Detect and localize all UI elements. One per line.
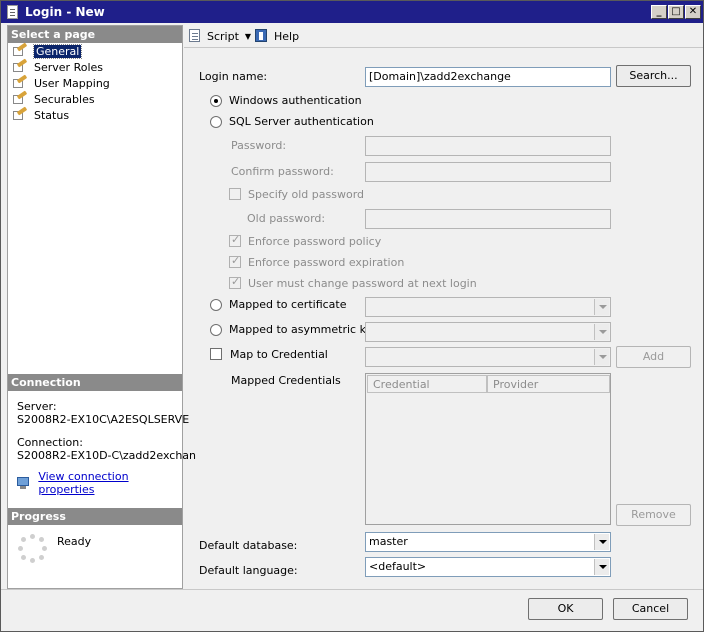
page-item-general[interactable]: General — [12, 42, 83, 59]
remove-button[interactable]: Remove — [616, 504, 691, 526]
chevron-down-icon[interactable] — [594, 299, 609, 315]
chevron-down-icon[interactable]: ▼ — [245, 32, 251, 41]
enforce-policy-checkbox[interactable] — [229, 233, 241, 247]
page-item-status[interactable]: Status — [12, 106, 70, 123]
map-credential-label[interactable]: Map to Credential — [230, 348, 328, 361]
page-item-label: User Mapping — [34, 76, 110, 90]
page-item-label: General — [32, 43, 83, 59]
settings-page-icon — [12, 42, 28, 58]
toolbar: Script ▼ Help — [184, 25, 703, 48]
connection-header: Connection — [8, 374, 182, 391]
page-item-label: Server Roles — [34, 60, 104, 74]
mapped-cert-radio[interactable] — [210, 299, 222, 311]
script-button[interactable]: Script ▼ — [187, 29, 251, 43]
old-password-field[interactable] — [365, 209, 611, 229]
progress-status: Ready — [57, 535, 92, 548]
grid-header-provider[interactable]: Provider — [487, 375, 610, 393]
help-label: Help — [274, 29, 300, 43]
mapped-asym-label[interactable]: Mapped to asymmetric key — [229, 323, 379, 336]
left-pane: Select a page General Server Roles User … — [7, 25, 196, 589]
connection-properties-icon — [17, 476, 32, 490]
page-item-user-mapping[interactable]: User Mapping — [12, 74, 110, 91]
progress-header: Progress — [8, 508, 182, 525]
old-password-label: Old password: — [247, 212, 326, 225]
script-icon — [187, 29, 203, 43]
windows-auth-radio[interactable] — [210, 95, 222, 107]
default-language-value: <default> — [369, 560, 427, 573]
help-icon — [254, 29, 270, 43]
view-connection-properties-link[interactable]: View connection properties — [38, 470, 182, 496]
add-button[interactable]: Add — [616, 346, 691, 368]
settings-page-icon — [12, 58, 28, 74]
confirm-password-label: Confirm password: — [231, 165, 334, 178]
asymmetric-key-select[interactable] — [365, 322, 611, 342]
window-title: Login - New — [25, 5, 105, 19]
mapped-asym-radio[interactable] — [210, 324, 222, 336]
enforce-expiration-label: Enforce password expiration — [248, 256, 405, 269]
mapped-credentials-grid[interactable]: Credential Provider — [365, 373, 611, 525]
default-database-label: Default database: — [199, 539, 298, 552]
page-item-server-roles[interactable]: Server Roles — [12, 58, 104, 75]
enforce-expiration-checkbox[interactable] — [229, 254, 241, 268]
minimize-button[interactable]: _ — [651, 5, 667, 19]
chevron-down-icon[interactable] — [594, 534, 609, 550]
password-field[interactable] — [365, 136, 611, 156]
cancel-button[interactable]: Cancel — [613, 598, 688, 620]
page-item-securables[interactable]: Securables — [12, 90, 95, 107]
default-language-label: Default language: — [199, 564, 298, 577]
maximize-button[interactable]: □ — [668, 5, 684, 19]
settings-page-icon — [12, 106, 28, 122]
certificate-select[interactable] — [365, 297, 611, 317]
search-button[interactable]: Search... — [616, 65, 691, 87]
mapped-cert-label[interactable]: Mapped to certificate — [229, 298, 347, 311]
server-label: Server: — [17, 400, 57, 413]
select-page-header: Select a page — [8, 26, 182, 43]
chevron-down-icon[interactable] — [594, 324, 609, 340]
view-connection-properties[interactable]: View connection properties — [17, 470, 182, 496]
title-bar[interactable]: Login - New _ □ ✕ — [1, 1, 703, 23]
credential-select[interactable] — [365, 347, 611, 367]
map-credential-checkbox[interactable] — [210, 348, 222, 360]
specify-old-password-checkbox[interactable] — [229, 188, 241, 200]
server-value: S2008R2-EX10C\A2ESQLSERVE — [17, 413, 190, 426]
mapped-credentials-label: Mapped Credentials — [231, 374, 341, 387]
settings-page-icon — [12, 90, 28, 106]
progress-spinner-icon — [18, 534, 48, 564]
dialog-footer: OK Cancel — [1, 589, 703, 631]
help-button[interactable]: Help — [254, 29, 299, 43]
grid-header-credential[interactable]: Credential — [367, 375, 487, 393]
script-label: Script — [207, 29, 239, 43]
document-icon — [7, 5, 18, 19]
page-item-label: Securables — [34, 92, 95, 106]
login-dialog: Login - New _ □ ✕ Select a page General … — [0, 0, 704, 632]
windows-auth-label[interactable]: Windows authentication — [229, 94, 362, 107]
must-change-checkbox[interactable] — [229, 275, 241, 289]
sql-auth-radio[interactable] — [210, 116, 222, 128]
default-language-select[interactable]: <default> — [365, 557, 611, 577]
ok-button[interactable]: OK — [528, 598, 603, 620]
default-database-value: master — [369, 535, 408, 548]
settings-page-icon — [12, 74, 28, 90]
login-name-input[interactable]: [Domain]\zadd2exchange — [365, 67, 611, 87]
sql-auth-label[interactable]: SQL Server authentication — [229, 115, 374, 128]
chevron-down-icon[interactable] — [594, 559, 609, 575]
chevron-down-icon[interactable] — [594, 349, 609, 365]
close-button[interactable]: ✕ — [685, 5, 701, 19]
connection-value: S2008R2-EX10D-C\zadd2exchan — [17, 449, 196, 462]
login-name-label: Login name: — [199, 70, 268, 83]
specify-old-password-label: Specify old password — [248, 188, 365, 201]
enforce-policy-label: Enforce password policy — [248, 235, 382, 248]
connection-label: Connection: — [17, 436, 83, 449]
page-item-label: Status — [34, 108, 70, 122]
must-change-label: User must change password at next login — [248, 277, 477, 290]
confirm-password-field[interactable] — [365, 162, 611, 182]
password-label: Password: — [231, 139, 287, 152]
default-database-select[interactable]: master — [365, 532, 611, 552]
